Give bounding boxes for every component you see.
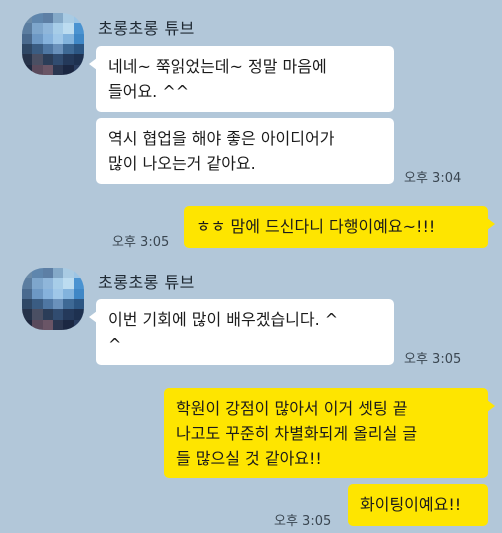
incoming-message-bubble[interactable]: 네네~ 쭉읽었는데~ 정말 마음에 들어요. ^^	[89, 46, 394, 112]
message-timestamp: 오후 3:04	[404, 171, 462, 186]
avatar[interactable]	[22, 13, 84, 75]
incoming-message-bubble[interactable]: 역시 협업을 해야 좋은 아이디어가 많이 나오는거 같아요.	[96, 118, 394, 184]
outgoing-message-bubble[interactable]: 화이팅이예요!!	[348, 484, 488, 526]
outgoing-message-bubble[interactable]: 학원이 강점이 많아서 이거 셋팅 끝 나고도 꾸준히 차별화되게 올리실 글 …	[164, 388, 495, 478]
incoming-message-bubble[interactable]: 이번 기회에 많이 배우겠습니다. ^ ^	[89, 299, 394, 365]
sender-name: 초롱초롱 튜브	[98, 273, 195, 292]
message-timestamp: 오후 3:05	[112, 235, 170, 250]
avatar[interactable]	[22, 268, 84, 330]
message-timestamp: 오후 3:05	[274, 514, 332, 529]
outgoing-message-bubble[interactable]: ㅎㅎ 맘에 드신다니 다행이예요~!!!	[184, 206, 495, 248]
sender-name: 초롱초롱 튜브	[98, 19, 195, 38]
message-timestamp: 오후 3:05	[404, 352, 462, 367]
